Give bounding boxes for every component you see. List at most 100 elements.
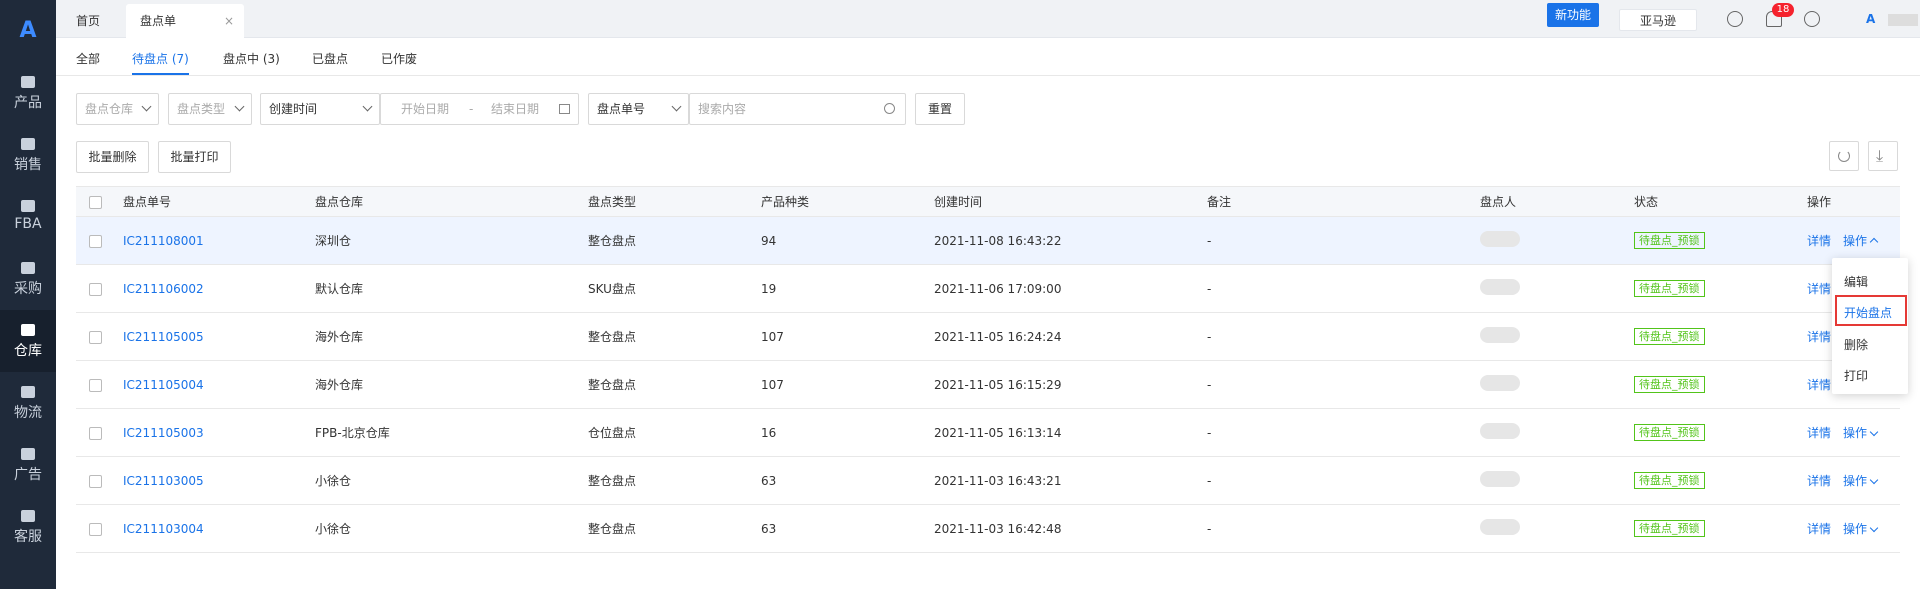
- row-checkbox[interactable]: [89, 522, 102, 536]
- detail-link[interactable]: 详情: [1807, 234, 1831, 248]
- top-bar: 首页 盘点单 × 新功能 亚马逊 18 A ▼: [56, 0, 1920, 38]
- detail-link[interactable]: 详情: [1807, 282, 1831, 296]
- end-date-input[interactable]: 结束日期: [491, 94, 539, 124]
- batch-delete-button[interactable]: 批量删除: [76, 141, 149, 173]
- ops-menu[interactable]: 操作: [1843, 522, 1879, 536]
- chevron-down-icon: [1869, 475, 1879, 485]
- ops-dropdown: 编辑 开始盘点 删除 打印: [1832, 258, 1908, 394]
- status-badge: 待盘点_预锁: [1634, 280, 1705, 297]
- sidebar-item-service[interactable]: 客服: [0, 496, 56, 558]
- status-badge: 待盘点_预锁: [1634, 424, 1705, 441]
- avatar: [1480, 423, 1520, 439]
- start-date-input[interactable]: 开始日期: [401, 94, 449, 124]
- cell-warehouse: 海外仓库: [315, 312, 588, 361]
- tab-done[interactable]: 已盘点: [312, 50, 348, 67]
- order-no-link[interactable]: IC211103005: [123, 474, 204, 488]
- refresh-button[interactable]: [1829, 141, 1859, 171]
- cell-type: SKU盘点: [588, 264, 761, 313]
- cell-type: 仓位盘点: [588, 408, 761, 457]
- cell-kinds: 19: [761, 264, 934, 313]
- detail-link[interactable]: 详情: [1807, 426, 1831, 440]
- row-checkbox[interactable]: [89, 378, 102, 392]
- menu-item-print[interactable]: 打印: [1844, 367, 1868, 384]
- detail-link[interactable]: 详情: [1807, 474, 1831, 488]
- calendar-icon: [559, 104, 570, 114]
- download-icon[interactable]: [1727, 11, 1743, 27]
- tab-in-progress[interactable]: 盘点中 (3): [223, 50, 280, 67]
- tab-home[interactable]: 首页: [76, 4, 112, 38]
- user-logo-icon: A: [1866, 12, 1876, 26]
- export-button[interactable]: ⤓: [1868, 141, 1898, 171]
- search-icon[interactable]: [884, 103, 895, 114]
- order-no-link[interactable]: IC211103004: [123, 522, 204, 536]
- row-checkbox[interactable]: [89, 234, 102, 248]
- status-tabs: 全部 待盘点 (7) 盘点中 (3) 已盘点 已作废: [56, 38, 1920, 76]
- tab-void[interactable]: 已作废: [381, 50, 417, 67]
- sidebar-item-sales[interactable]: 销售: [0, 124, 56, 186]
- table-row: IC211105004 海外仓库 整仓盘点 107 2021-11-05 16:…: [76, 360, 1900, 409]
- status-badge: 待盘点_预锁: [1634, 232, 1705, 249]
- close-icon[interactable]: ×: [224, 4, 234, 38]
- sidebar-item-warehouse[interactable]: 仓库: [0, 310, 56, 372]
- col-type: 盘点类型: [588, 186, 761, 217]
- search-field-select[interactable]: 盘点单号: [588, 93, 689, 125]
- tab-inventory-check[interactable]: 盘点单 ×: [126, 4, 244, 38]
- detail-link[interactable]: 详情: [1807, 378, 1831, 392]
- avatar: [1480, 231, 1520, 247]
- sidebar-item-product[interactable]: 产品: [0, 62, 56, 124]
- order-no-link[interactable]: IC211105003: [123, 426, 204, 440]
- cell-time: 2021-11-05 16:24:24: [934, 312, 1207, 361]
- status-badge: 待盘点_预锁: [1634, 520, 1705, 537]
- col-no: 盘点单号: [123, 186, 315, 217]
- table-row: IC211103005 小徐仓 整仓盘点 63 2021-11-03 16:43…: [76, 456, 1900, 505]
- cell-kinds: 107: [761, 360, 934, 409]
- user-menu[interactable]: A ▼: [1866, 12, 1920, 28]
- row-checkbox[interactable]: [89, 426, 102, 440]
- tab-label: 盘点单: [140, 14, 177, 28]
- cell-kinds: 63: [761, 456, 934, 505]
- order-no-link[interactable]: IC211105005: [123, 330, 204, 344]
- row-checkbox[interactable]: [89, 282, 102, 296]
- ops-menu[interactable]: 操作: [1843, 474, 1879, 488]
- cell-time: 2021-11-03 16:42:48: [934, 504, 1207, 553]
- warehouse-filter[interactable]: 盘点仓库: [76, 93, 159, 125]
- sidebar-item-logistics[interactable]: 物流: [0, 372, 56, 434]
- tab-all[interactable]: 全部: [76, 50, 100, 67]
- cell-type: 整仓盘点: [588, 312, 761, 361]
- cell-note: -: [1207, 504, 1480, 553]
- menu-item-delete[interactable]: 删除: [1844, 336, 1868, 353]
- marketplace-selector[interactable]: 亚马逊: [1619, 9, 1697, 31]
- col-kinds: 产品种类: [761, 186, 934, 217]
- sidebar-item-purchase[interactable]: 采购: [0, 248, 56, 310]
- order-no-link[interactable]: IC211105004: [123, 378, 204, 392]
- new-feature-button[interactable]: 新功能: [1547, 3, 1599, 27]
- row-checkbox[interactable]: [89, 330, 102, 344]
- order-no-link[interactable]: IC211106002: [123, 282, 204, 296]
- refresh-icon: [1838, 150, 1850, 162]
- date-range-picker[interactable]: 开始日期 - 结束日期: [380, 93, 579, 125]
- reset-button[interactable]: 重置: [915, 93, 965, 125]
- sidebar-item-fba[interactable]: FBA: [0, 186, 56, 248]
- batch-print-button[interactable]: 批量打印: [158, 141, 231, 173]
- ops-menu[interactable]: 操作: [1843, 234, 1879, 248]
- app-logo[interactable]: A: [0, 18, 56, 43]
- col-status: 状态: [1634, 186, 1807, 217]
- truck-icon: [21, 386, 35, 398]
- detail-link[interactable]: 详情: [1807, 522, 1831, 536]
- select-all-checkbox[interactable]: [89, 195, 102, 209]
- download-icon: ⤓: [1876, 146, 1884, 165]
- type-filter[interactable]: 盘点类型: [168, 93, 252, 125]
- detail-link[interactable]: 详情: [1807, 330, 1831, 344]
- fba-icon: [21, 200, 35, 212]
- ops-menu[interactable]: 操作: [1843, 426, 1879, 440]
- time-field-select[interactable]: 创建时间: [260, 93, 380, 125]
- sidebar-item-ads[interactable]: 广告: [0, 434, 56, 496]
- row-checkbox[interactable]: [89, 474, 102, 488]
- search-input[interactable]: 搜索内容: [689, 93, 906, 125]
- avatar: [1480, 375, 1520, 391]
- order-no-link[interactable]: IC211108001: [123, 234, 204, 248]
- table-row: IC211106002 默认仓库 SKU盘点 19 2021-11-06 17:…: [76, 264, 1900, 313]
- tab-pending[interactable]: 待盘点 (7): [132, 50, 189, 75]
- menu-item-edit[interactable]: 编辑: [1844, 273, 1868, 290]
- headset-icon[interactable]: [1804, 11, 1820, 27]
